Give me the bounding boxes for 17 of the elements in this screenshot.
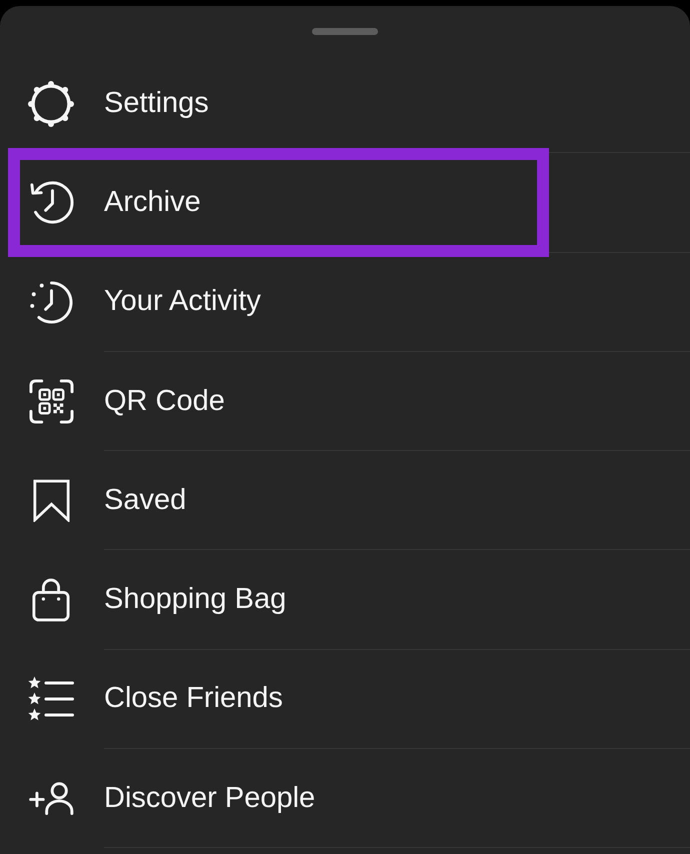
qr-code-icon bbox=[28, 379, 74, 424]
star-list-icon bbox=[28, 676, 74, 722]
menu-item[interactable]: Archive bbox=[0, 153, 690, 253]
add-person-icon bbox=[28, 782, 74, 816]
menu-item[interactable]: Settings bbox=[0, 54, 690, 154]
shopping-bag-icon bbox=[32, 578, 70, 622]
drag-handle[interactable] bbox=[312, 28, 378, 35]
bookmark-icon bbox=[32, 479, 70, 522]
history-clock-icon bbox=[28, 180, 74, 226]
menu-item[interactable]: Close Friends bbox=[0, 650, 690, 750]
menu-item[interactable]: Your Activity bbox=[0, 252, 690, 352]
settings-icon bbox=[28, 80, 74, 127]
menu-item[interactable]: Discover People bbox=[0, 749, 690, 848]
menu-item[interactable]: Shopping Bag bbox=[0, 550, 690, 650]
dotted-clock-icon bbox=[28, 280, 74, 325]
menu-item[interactable]: Saved bbox=[0, 451, 690, 550]
menu-item[interactable]: QR Code bbox=[0, 352, 690, 452]
